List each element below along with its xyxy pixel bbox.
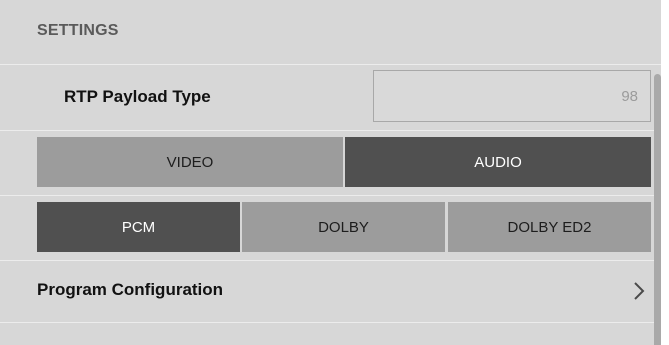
settings-panel: SETTINGS RTP Payload Type VIDEO AUDIO PC… [0,0,661,345]
rtp-payload-input[interactable] [373,70,651,122]
media-type-row: VIDEO AUDIO [0,131,661,196]
video-button[interactable]: VIDEO [37,137,343,187]
rtp-payload-label: RTP Payload Type [64,87,211,106]
settings-title: SETTINGS [37,22,119,39]
scrollbar[interactable] [654,74,661,345]
rtp-payload-row: RTP Payload Type [0,65,661,131]
audio-button[interactable]: AUDIO [345,137,651,187]
audio-format-row: PCM DOLBY DOLBY ED2 [0,196,661,261]
dolby-button[interactable]: DOLBY [242,202,445,252]
pcm-button[interactable]: PCM [37,202,240,252]
program-configuration-row[interactable]: Program Configuration [0,260,661,323]
settings-header: SETTINGS [0,0,661,65]
program-configuration-label: Program Configuration [37,280,224,299]
dolby-ed2-button[interactable]: DOLBY ED2 [448,202,651,252]
chevron-right-icon [634,282,645,300]
